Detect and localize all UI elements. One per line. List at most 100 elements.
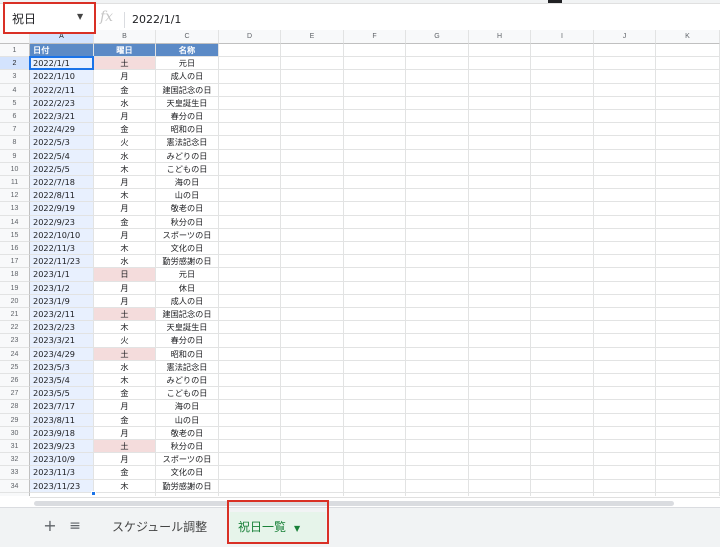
cell[interactable] [594,255,656,269]
weekday-cell[interactable]: 金 [94,413,156,427]
cell[interactable] [406,413,469,427]
cell[interactable] [594,202,656,216]
date-cell[interactable]: 2023/2/23 [30,321,94,335]
date-cell[interactable]: 2022/5/3 [30,136,94,150]
row-header[interactable]: 9 [0,149,30,163]
row-header[interactable]: 25 [0,360,30,374]
weekday-cell[interactable]: 金 [94,215,156,229]
holiday-name-cell[interactable]: スポーツの日 [156,228,219,242]
cell[interactable] [281,400,344,414]
cell[interactable] [219,321,281,335]
cell[interactable] [219,136,281,150]
cell[interactable] [344,453,406,467]
holiday-name-cell[interactable]: スポーツの日 [156,453,219,467]
cell[interactable] [406,70,469,84]
cell[interactable] [344,400,406,414]
cell[interactable] [406,110,469,124]
cell[interactable] [656,426,720,440]
cell[interactable] [656,453,720,467]
cell[interactable] [406,294,469,308]
cell[interactable] [594,294,656,308]
holiday-name-cell[interactable]: 山の日 [156,413,219,427]
cell[interactable] [219,440,281,454]
row-header[interactable]: 7 [0,123,30,137]
cell[interactable] [406,492,469,496]
cell[interactable] [656,479,720,493]
cell[interactable] [30,492,94,496]
row-header[interactable]: 34 [0,479,30,493]
cell[interactable] [344,440,406,454]
cell[interactable] [469,479,531,493]
date-cell[interactable]: 2023/2/11 [30,308,94,322]
row-header[interactable]: 6 [0,110,30,124]
cell[interactable] [219,347,281,361]
cell[interactable] [281,189,344,203]
table-header-cell[interactable]: 日付 [30,44,94,58]
row-header[interactable]: 31 [0,440,30,454]
column-header[interactable]: J [594,30,656,44]
weekday-cell[interactable]: 土 [94,347,156,361]
cell[interactable] [281,413,344,427]
cell[interactable] [219,242,281,256]
cell[interactable] [281,149,344,163]
cell[interactable] [219,70,281,84]
cell[interactable] [594,149,656,163]
weekday-cell[interactable]: 火 [94,136,156,150]
cell[interactable] [656,202,720,216]
date-cell[interactable]: 2022/4/29 [30,123,94,137]
weekday-cell[interactable]: 金 [94,123,156,137]
cell[interactable] [344,413,406,427]
cell[interactable] [531,334,594,348]
cell[interactable] [344,492,406,496]
cell[interactable] [531,149,594,163]
row-header[interactable]: 30 [0,426,30,440]
date-cell[interactable]: 2023/4/29 [30,347,94,361]
cell[interactable] [344,70,406,84]
cell[interactable] [344,466,406,480]
row-header[interactable]: 1 [0,44,30,58]
cell[interactable] [406,466,469,480]
cell[interactable] [156,492,219,496]
holiday-name-cell[interactable]: みどりの日 [156,149,219,163]
cell[interactable] [219,189,281,203]
cell[interactable] [594,400,656,414]
cell[interactable] [656,136,720,150]
cell[interactable] [469,189,531,203]
date-cell[interactable]: 2023/7/17 [30,400,94,414]
row-header[interactable]: 12 [0,189,30,203]
cell[interactable] [406,149,469,163]
holiday-name-cell[interactable]: こどもの日 [156,387,219,401]
row-header[interactable]: 11 [0,176,30,190]
holiday-name-cell[interactable]: 秋分の日 [156,440,219,454]
cell[interactable] [281,215,344,229]
cell[interactable] [531,110,594,124]
row-header[interactable]: 32 [0,453,30,467]
cell[interactable] [469,44,531,58]
weekday-cell[interactable]: 金 [94,387,156,401]
cell[interactable] [219,400,281,414]
cell[interactable] [219,176,281,190]
holiday-name-cell[interactable]: 春分の日 [156,334,219,348]
row-header[interactable]: 35 [0,492,30,496]
cell[interactable] [406,334,469,348]
cell[interactable] [594,242,656,256]
date-cell[interactable]: 2022/9/19 [30,202,94,216]
table-header-cell[interactable]: 名称 [156,44,219,58]
cell[interactable] [281,347,344,361]
cell[interactable] [594,440,656,454]
cell[interactable] [281,162,344,176]
cell[interactable] [656,347,720,361]
holiday-name-cell[interactable]: 憲法記念日 [156,360,219,374]
cell[interactable] [531,162,594,176]
cell[interactable] [656,440,720,454]
sheet-tab-schedule[interactable]: スケジュール調整▼ [104,512,228,542]
weekday-cell[interactable]: 月 [94,202,156,216]
cell[interactable] [469,215,531,229]
cell[interactable] [281,374,344,388]
row-header[interactable]: 33 [0,466,30,480]
cell[interactable] [219,294,281,308]
cell[interactable] [406,57,469,71]
cell[interactable] [531,268,594,282]
cell[interactable] [281,466,344,480]
cell[interactable] [469,334,531,348]
